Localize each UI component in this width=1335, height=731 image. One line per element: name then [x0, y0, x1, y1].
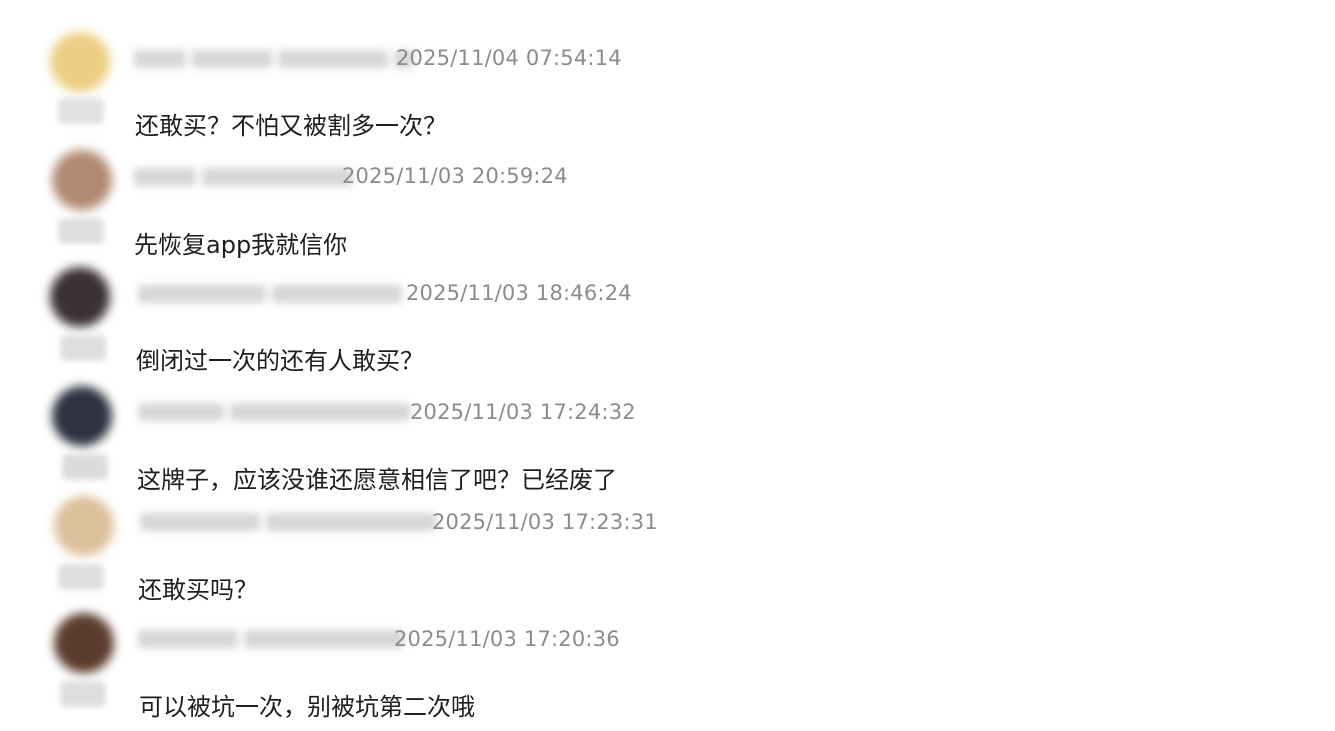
comment-timestamp: 2025/11/03 17:23:31	[432, 510, 658, 534]
avatar[interactable]	[50, 267, 110, 327]
user-badge	[58, 564, 104, 590]
username[interactable]	[138, 625, 404, 653]
comment-text: 还敢买吗？	[138, 576, 258, 604]
avatar[interactable]	[52, 386, 112, 446]
comment-item: 2025/11/04 07:54:14 还敢买？不怕又被割多一次？	[0, 20, 760, 140]
comment-timestamp: 2025/11/03 17:20:36	[394, 627, 620, 651]
user-badge	[58, 218, 104, 244]
user-badge	[60, 681, 106, 707]
comment-item: 2025/11/03 17:20:36 可以被坑一次，别被坑第二次哦	[0, 601, 760, 721]
user-badge	[60, 335, 106, 361]
comment-timestamp: 2025/11/03 20:59:24	[342, 164, 568, 188]
username[interactable]	[140, 508, 436, 536]
comment-timestamp: 2025/11/03 17:24:32	[410, 400, 636, 424]
username[interactable]	[134, 45, 414, 73]
comment-item: 2025/11/03 20:59:24 先恢复app我就信你	[0, 138, 760, 259]
comment-timestamp: 2025/11/03 18:46:24	[406, 281, 632, 305]
username[interactable]	[134, 163, 352, 191]
avatar[interactable]	[50, 32, 110, 92]
avatar[interactable]	[54, 496, 114, 556]
comment-item: 2025/11/03 17:23:31 还敢买吗？	[0, 484, 760, 604]
username[interactable]	[138, 280, 402, 308]
comment-text: 倒闭过一次的还有人敢买？	[136, 347, 424, 375]
avatar[interactable]	[52, 150, 112, 210]
comment-item: 2025/11/03 17:24:32 这牌子，应该没谁还愿意相信了吧？已经废了	[0, 374, 760, 494]
avatar[interactable]	[54, 613, 114, 673]
comment-item: 2025/11/03 18:46:24 倒闭过一次的还有人敢买？	[0, 255, 760, 375]
username[interactable]	[138, 398, 410, 426]
comment-text: 可以被坑一次，别被坑第二次哦	[139, 693, 475, 721]
user-badge	[62, 454, 108, 480]
comment-timestamp: 2025/11/04 07:54:14	[396, 46, 622, 70]
user-badge	[58, 98, 104, 124]
comment-text: 还敢买？不怕又被割多一次？	[135, 112, 447, 140]
